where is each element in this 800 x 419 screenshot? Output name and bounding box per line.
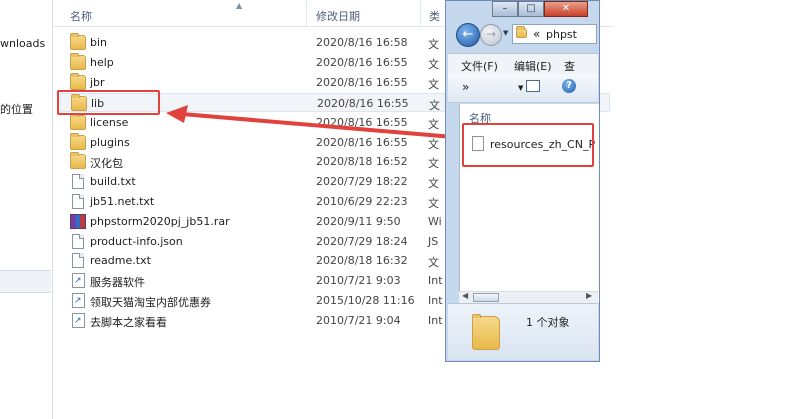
details-pane: 1 个对象	[448, 303, 598, 360]
highlight-box-resource	[462, 123, 594, 167]
highlight-box-lib	[57, 90, 160, 115]
nav-item-recent-places[interactable]: 的位置	[0, 101, 33, 117]
file-name: plugins	[90, 136, 130, 149]
column-divider[interactable]	[306, 0, 307, 26]
rar-archive-icon	[70, 214, 86, 229]
file-name: license	[90, 116, 129, 129]
internet-shortcut-icon	[72, 293, 85, 308]
file-date: 2020/8/16 16:55	[316, 56, 408, 69]
folder-icon	[70, 152, 86, 169]
scroll-left-icon[interactable]: ◀	[462, 291, 468, 300]
folder-icon	[70, 53, 86, 70]
maximize-button[interactable]: □	[518, 1, 544, 17]
file-name: jbr	[90, 76, 105, 89]
file-type: 文	[428, 177, 439, 190]
large-folder-icon	[472, 314, 500, 350]
minimize-button[interactable]: –	[492, 1, 518, 17]
file-type: Int	[428, 274, 443, 287]
file-type: 文	[428, 256, 439, 269]
file-type: 文	[428, 38, 439, 51]
folder-icon	[516, 26, 527, 38]
text-file-icon	[72, 234, 84, 249]
scroll-thumb[interactable]	[473, 293, 499, 302]
file-name: readme.txt	[90, 254, 151, 267]
file-date: 2015/10/28 11:16	[316, 294, 415, 307]
view-dropdown-icon[interactable]: ▼	[518, 84, 523, 92]
menu-view[interactable]: 查	[564, 58, 575, 74]
forward-arrow-icon[interactable]: →	[480, 24, 502, 46]
window-titlebar[interactable]: – □ ✕	[446, 1, 599, 19]
text-file-icon	[72, 253, 84, 268]
file-name: build.txt	[90, 175, 136, 188]
address-overflow[interactable]: «	[533, 27, 540, 41]
file-name: phpstorm2020pj_jb51.rar	[90, 215, 230, 228]
text-file-icon	[72, 174, 84, 189]
file-date: 2020/8/18 16:32	[316, 254, 408, 267]
history-dropdown-icon[interactable]: ▼	[503, 29, 508, 37]
file-date: 2010/7/21 9:04	[316, 314, 401, 327]
file-type: JS	[428, 235, 439, 248]
file-name: jb51.net.txt	[90, 195, 155, 208]
address-bar[interactable]: « phpst	[512, 24, 597, 44]
file-name: 领取天猫淘宝内部优惠券	[90, 296, 211, 309]
file-type: 文	[428, 58, 439, 71]
column-modified-header[interactable]: 修改日期	[316, 8, 360, 24]
file-name: 汉化包	[90, 157, 123, 170]
sort-up-icon: ▲	[236, 1, 243, 10]
column-divider[interactable]	[420, 0, 421, 26]
file-type: Int	[428, 314, 443, 327]
file-date: 2020/9/11 9:50	[316, 215, 401, 228]
file-date: 2020/8/18 16:52	[316, 155, 408, 168]
file-type: Int	[428, 294, 443, 307]
file-date: 2010/6/29 22:23	[316, 195, 408, 208]
folder-icon	[70, 133, 86, 150]
file-type: Wi	[428, 215, 442, 228]
navigation-pane: wnloads 的位置	[0, 0, 53, 419]
column-type-header[interactable]: 类	[429, 8, 440, 24]
file-name: help	[90, 56, 114, 69]
menu-file[interactable]: 文件(F)	[461, 58, 498, 74]
file-name: bin	[90, 36, 108, 49]
menu-bar: 文件(F) 编辑(E) 查	[448, 53, 598, 75]
back-arrow-icon[interactable]: ←	[456, 23, 480, 47]
address-text: phpst	[546, 28, 577, 41]
explorer-window[interactable]: – □ ✕ ← → ▼ « phpst 文件(F) 编辑(E) 查 » ▼ ? …	[445, 0, 600, 362]
folder-icon	[70, 113, 86, 130]
scroll-right-icon[interactable]: ▶	[586, 291, 592, 300]
file-type: 文	[428, 197, 439, 210]
file-date: 2020/8/16 16:55	[316, 76, 408, 89]
preview-pane-icon[interactable]	[526, 80, 540, 92]
help-icon[interactable]: ?	[562, 79, 576, 93]
folder-icon	[70, 73, 86, 90]
file-date: 2020/8/16 16:58	[316, 36, 408, 49]
menu-edit[interactable]: 编辑(E)	[514, 58, 552, 74]
nav-item-downloads[interactable]: wnloads	[0, 37, 45, 50]
red-arrow-icon	[166, 105, 467, 140]
internet-shortcut-icon	[72, 273, 85, 288]
file-name: 服务器软件	[90, 276, 145, 289]
nav-selected-item[interactable]	[0, 270, 51, 293]
column-name-header[interactable]: 名称	[70, 8, 92, 24]
folder-icon	[70, 33, 86, 50]
file-date: 2020/7/29 18:24	[316, 235, 408, 248]
file-name: product-info.json	[90, 235, 183, 248]
file-type: 文	[428, 78, 439, 91]
file-type: 文	[428, 157, 439, 170]
navigation-bar: ← → ▼ « phpst	[450, 21, 597, 47]
close-button[interactable]: ✕	[544, 1, 588, 17]
command-bar: » ▼ ?	[448, 74, 598, 103]
file-date: 2020/7/29 18:22	[316, 175, 408, 188]
toolbar-more-button[interactable]: »	[462, 80, 469, 94]
internet-shortcut-icon	[72, 313, 85, 328]
text-file-icon	[72, 194, 84, 209]
file-date: 2010/7/21 9:03	[316, 274, 401, 287]
file-name: 去脚本之家看看	[90, 316, 167, 329]
item-count: 1 个对象	[526, 316, 570, 329]
